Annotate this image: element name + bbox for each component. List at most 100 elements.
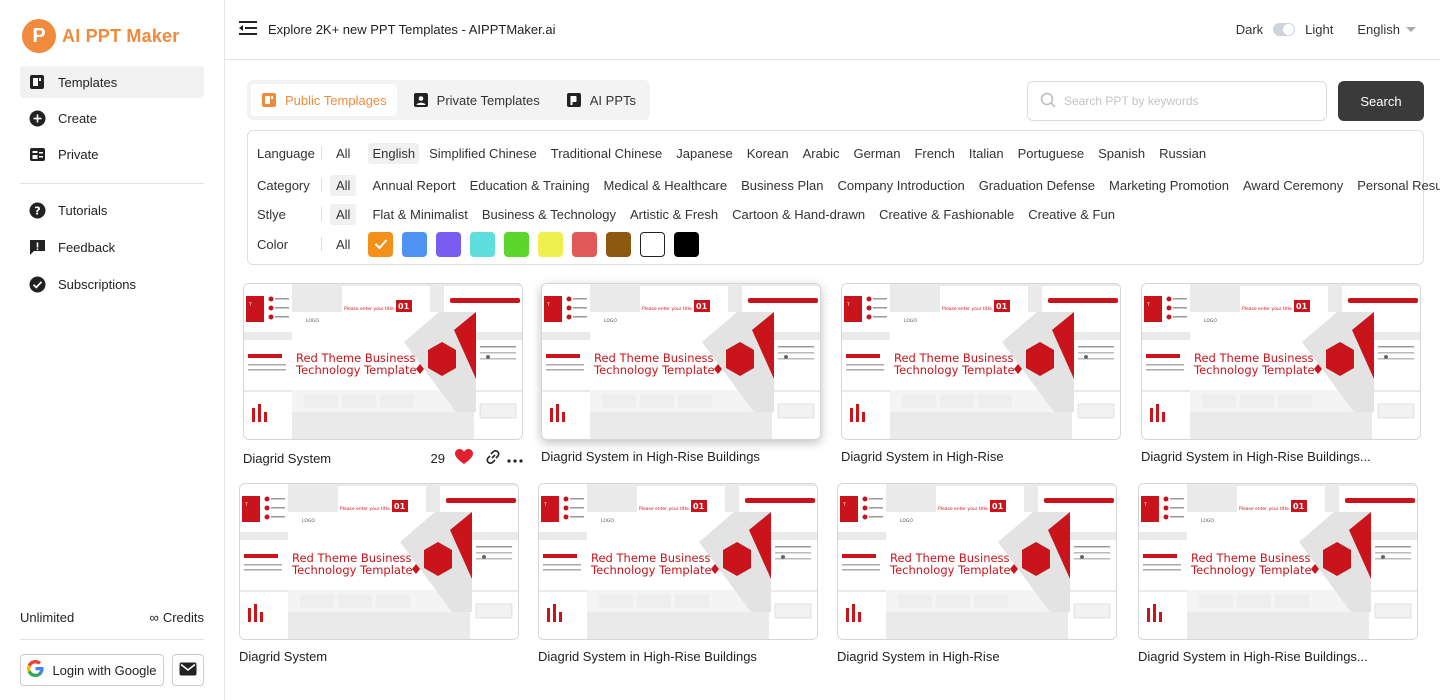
filter-option[interactable]: Artistic & Fresh xyxy=(626,204,722,225)
template-thumbnail[interactable]: T Please enter your title. 01 LOGO Red T… xyxy=(1138,483,1418,640)
template-thumbnail-image: T Please enter your title. 01 LOGO Red T… xyxy=(842,284,1120,439)
filter-option[interactable]: Creative & Fun xyxy=(1024,204,1119,225)
filter-option[interactable]: Russian xyxy=(1155,143,1210,164)
color-swatch[interactable] xyxy=(470,231,496,257)
search-input[interactable] xyxy=(1064,94,1304,108)
filter-option[interactable]: Business Plan xyxy=(737,175,827,196)
filter-option[interactable]: Medical & Healthcare xyxy=(600,175,732,196)
theme-toggle[interactable] xyxy=(1273,23,1296,36)
filter-option[interactable]: Cartoon & Hand-drawn xyxy=(728,204,869,225)
color-swatch[interactable] xyxy=(402,231,428,257)
filter-panel: Language All English Simplified Chinese Tr… xyxy=(247,130,1440,265)
filter-option[interactable]: Simplified Chinese xyxy=(425,143,541,164)
filter-option[interactable]: Italian xyxy=(965,143,1008,164)
filter-option-all[interactable]: All xyxy=(330,203,357,225)
filter-option-all[interactable]: All xyxy=(330,234,356,255)
tab-ai-ppts[interactable]: AI PPTs xyxy=(556,84,646,116)
plus-circle-icon xyxy=(28,109,46,127)
filter-option[interactable]: Education & Training xyxy=(466,175,594,196)
filter-option[interactable]: Portuguese xyxy=(1014,143,1089,164)
credits[interactable]: ∞ Credits xyxy=(150,610,204,625)
main-nav: Templates Create Private xyxy=(20,66,204,174)
template-card[interactable]: T Please enter your title. 01 LOGO Red T… xyxy=(538,483,818,664)
templates-icon xyxy=(28,73,46,91)
filter-label: Language xyxy=(257,145,315,161)
tab-public-templates[interactable]: Public Templages xyxy=(251,84,397,116)
filter-option[interactable]: Annual Report xyxy=(368,175,459,196)
filter-option[interactable]: Business & Technology xyxy=(478,204,620,225)
filter-option[interactable]: French xyxy=(910,143,958,164)
filter-row-language: Language All English Simplified Chinese Tr… xyxy=(257,141,1216,165)
template-tabs: Public Templages Private Templates AI PP… xyxy=(247,80,650,120)
search-button[interactable]: Search xyxy=(1338,81,1424,121)
template-thumbnail[interactable]: T Please enter your title. 01 LOGO Red T… xyxy=(239,483,519,640)
collapse-menu-icon[interactable] xyxy=(239,20,257,39)
filter-option-all[interactable]: All xyxy=(330,174,357,196)
template-card[interactable]: T Please enter your title. 01 LOGO Red T… xyxy=(1141,283,1421,464)
check-circle-icon xyxy=(28,276,46,294)
template-thumbnail[interactable]: T Please enter your title. 01 LOGO Red T… xyxy=(538,483,818,640)
svg-text:Technology Template: Technology Template xyxy=(590,563,712,577)
sidebar-item-subscriptions[interactable]: Subscriptions xyxy=(20,268,204,301)
filter-option[interactable]: Flat & Minimalist xyxy=(368,204,471,225)
template-card[interactable]: T Please enter your title. 01 LOGO Red T… xyxy=(243,283,523,468)
filter-option[interactable]: Japanese xyxy=(672,143,736,164)
color-swatch[interactable] xyxy=(572,231,598,257)
app-name: AI PPT Maker xyxy=(62,25,180,46)
sidebar-item-tutorials[interactable]: ? Tutorials xyxy=(20,194,204,227)
sidebar-item-templates[interactable]: Templates xyxy=(20,66,204,98)
color-swatch[interactable] xyxy=(606,231,632,257)
template-title[interactable]: Diagrid System in High-Rise Buildings... xyxy=(1138,649,1368,664)
language-select[interactable]: English xyxy=(1357,22,1416,37)
filter-option[interactable]: Company Introduction xyxy=(834,175,969,196)
filter-option[interactable]: Traditional Chinese xyxy=(547,143,667,164)
svg-text:Please enter your title.: Please enter your title. xyxy=(642,306,693,312)
filter-option[interactable]: Korean xyxy=(743,143,793,164)
color-swatch[interactable] xyxy=(368,231,394,257)
template-title[interactable]: Diagrid System xyxy=(243,451,331,466)
template-title[interactable]: Diagrid System in High-Rise Buildings... xyxy=(1141,449,1371,464)
app-logo[interactable]: P AI PPT Maker xyxy=(22,19,179,53)
template-card[interactable]: T Please enter your title. 01 LOGO Red T… xyxy=(541,283,821,464)
template-title[interactable]: Diagrid System xyxy=(239,649,327,664)
color-swatch[interactable] xyxy=(538,231,564,257)
login-google-button[interactable]: Login with Google xyxy=(20,654,164,686)
link-icon[interactable] xyxy=(485,449,501,468)
email-login-button[interactable] xyxy=(172,654,204,686)
tab-private-templates[interactable]: Private Templates xyxy=(403,84,550,116)
filter-option[interactable]: Arabic xyxy=(799,143,844,164)
svg-text:01: 01 xyxy=(992,502,1004,511)
template-title[interactable]: Diagrid System in High-Rise Buildings xyxy=(541,449,760,464)
template-thumbnail[interactable]: T Please enter your title. 01 LOGO Red T… xyxy=(541,283,821,440)
feedback-icon xyxy=(28,239,46,257)
filter-option[interactable]: German xyxy=(849,143,904,164)
template-thumbnail[interactable]: T Please enter your title. 01 LOGO Red T… xyxy=(841,283,1121,440)
template-title[interactable]: Diagrid System in High-Rise xyxy=(837,649,1000,664)
template-card[interactable]: T Please enter your title. 01 LOGO Red T… xyxy=(841,283,1121,464)
filter-option[interactable]: Marketing Promotion xyxy=(1105,175,1233,196)
template-thumbnail[interactable]: T Please enter your title. 01 LOGO Red T… xyxy=(837,483,1117,640)
filter-option[interactable]: Personal Resume xyxy=(1353,175,1440,196)
template-thumbnail[interactable]: T Please enter your title. 01 LOGO Red T… xyxy=(1141,283,1421,440)
color-swatch[interactable] xyxy=(436,231,462,257)
sidebar-item-private[interactable]: Private xyxy=(20,138,204,170)
color-swatch[interactable] xyxy=(674,231,700,257)
filter-option[interactable]: English xyxy=(368,142,420,164)
more-icon[interactable] xyxy=(507,451,523,466)
template-thumbnail[interactable]: T Please enter your title. 01 LOGO Red T… xyxy=(243,283,523,440)
template-card[interactable]: T Please enter your title. 01 LOGO Red T… xyxy=(837,483,1117,664)
heart-icon[interactable] xyxy=(455,449,473,468)
filter-option[interactable]: Award Ceremony xyxy=(1239,175,1347,196)
filter-option[interactable]: Spanish xyxy=(1094,143,1149,164)
template-card[interactable]: T Please enter your title. 01 LOGO Red T… xyxy=(239,483,519,664)
color-swatch[interactable] xyxy=(640,231,666,257)
filter-option-all[interactable]: All xyxy=(330,143,356,164)
template-title[interactable]: Diagrid System in High-Rise xyxy=(841,449,1004,464)
filter-option[interactable]: Graduation Defense xyxy=(975,175,1099,196)
filter-option[interactable]: Creative & Fashionable xyxy=(875,204,1018,225)
sidebar-item-create[interactable]: Create xyxy=(20,102,204,134)
color-swatch[interactable] xyxy=(504,231,530,257)
template-title[interactable]: Diagrid System in High-Rise Buildings xyxy=(538,649,757,664)
template-card[interactable]: T Please enter your title. 01 LOGO Red T… xyxy=(1138,483,1418,664)
sidebar-item-feedback[interactable]: Feedback xyxy=(20,231,204,264)
